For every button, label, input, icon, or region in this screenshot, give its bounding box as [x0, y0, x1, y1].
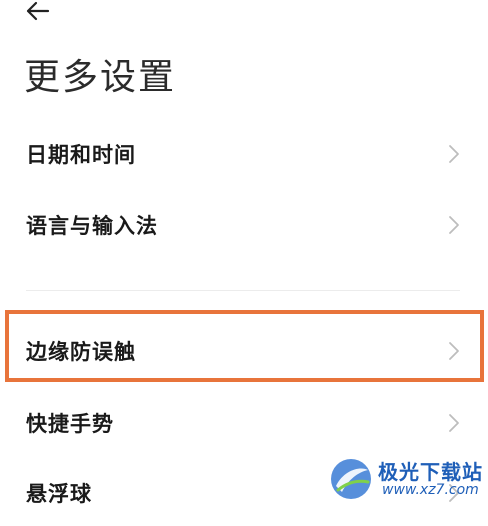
chevron-right-icon: [448, 144, 460, 164]
settings-item-date-time[interactable]: 日期和时间: [0, 121, 488, 187]
settings-item-label: 日期和时间: [26, 143, 136, 167]
settings-item-label: 边缘防误触: [26, 340, 136, 364]
page-title: 更多设置: [24, 57, 177, 98]
settings-item-quick-gestures[interactable]: 快捷手势: [0, 390, 488, 456]
settings-item-floating-ball[interactable]: 悬浮球: [0, 460, 488, 526]
chevron-right-icon: [448, 215, 460, 235]
chevron-right-icon: [448, 483, 460, 503]
back-arrow-icon: [22, 0, 56, 26]
settings-item-label: 快捷手势: [26, 412, 114, 436]
settings-item-label: 语言与输入法: [26, 214, 158, 238]
chevron-right-icon: [448, 341, 460, 361]
settings-item-edge-protection[interactable]: 边缘防误触: [0, 318, 488, 384]
section-divider: [26, 290, 460, 291]
chevron-right-icon: [448, 413, 460, 433]
settings-item-label: 悬浮球: [26, 482, 92, 506]
settings-item-language-input[interactable]: 语言与输入法: [0, 192, 488, 258]
back-button[interactable]: [22, 0, 56, 26]
